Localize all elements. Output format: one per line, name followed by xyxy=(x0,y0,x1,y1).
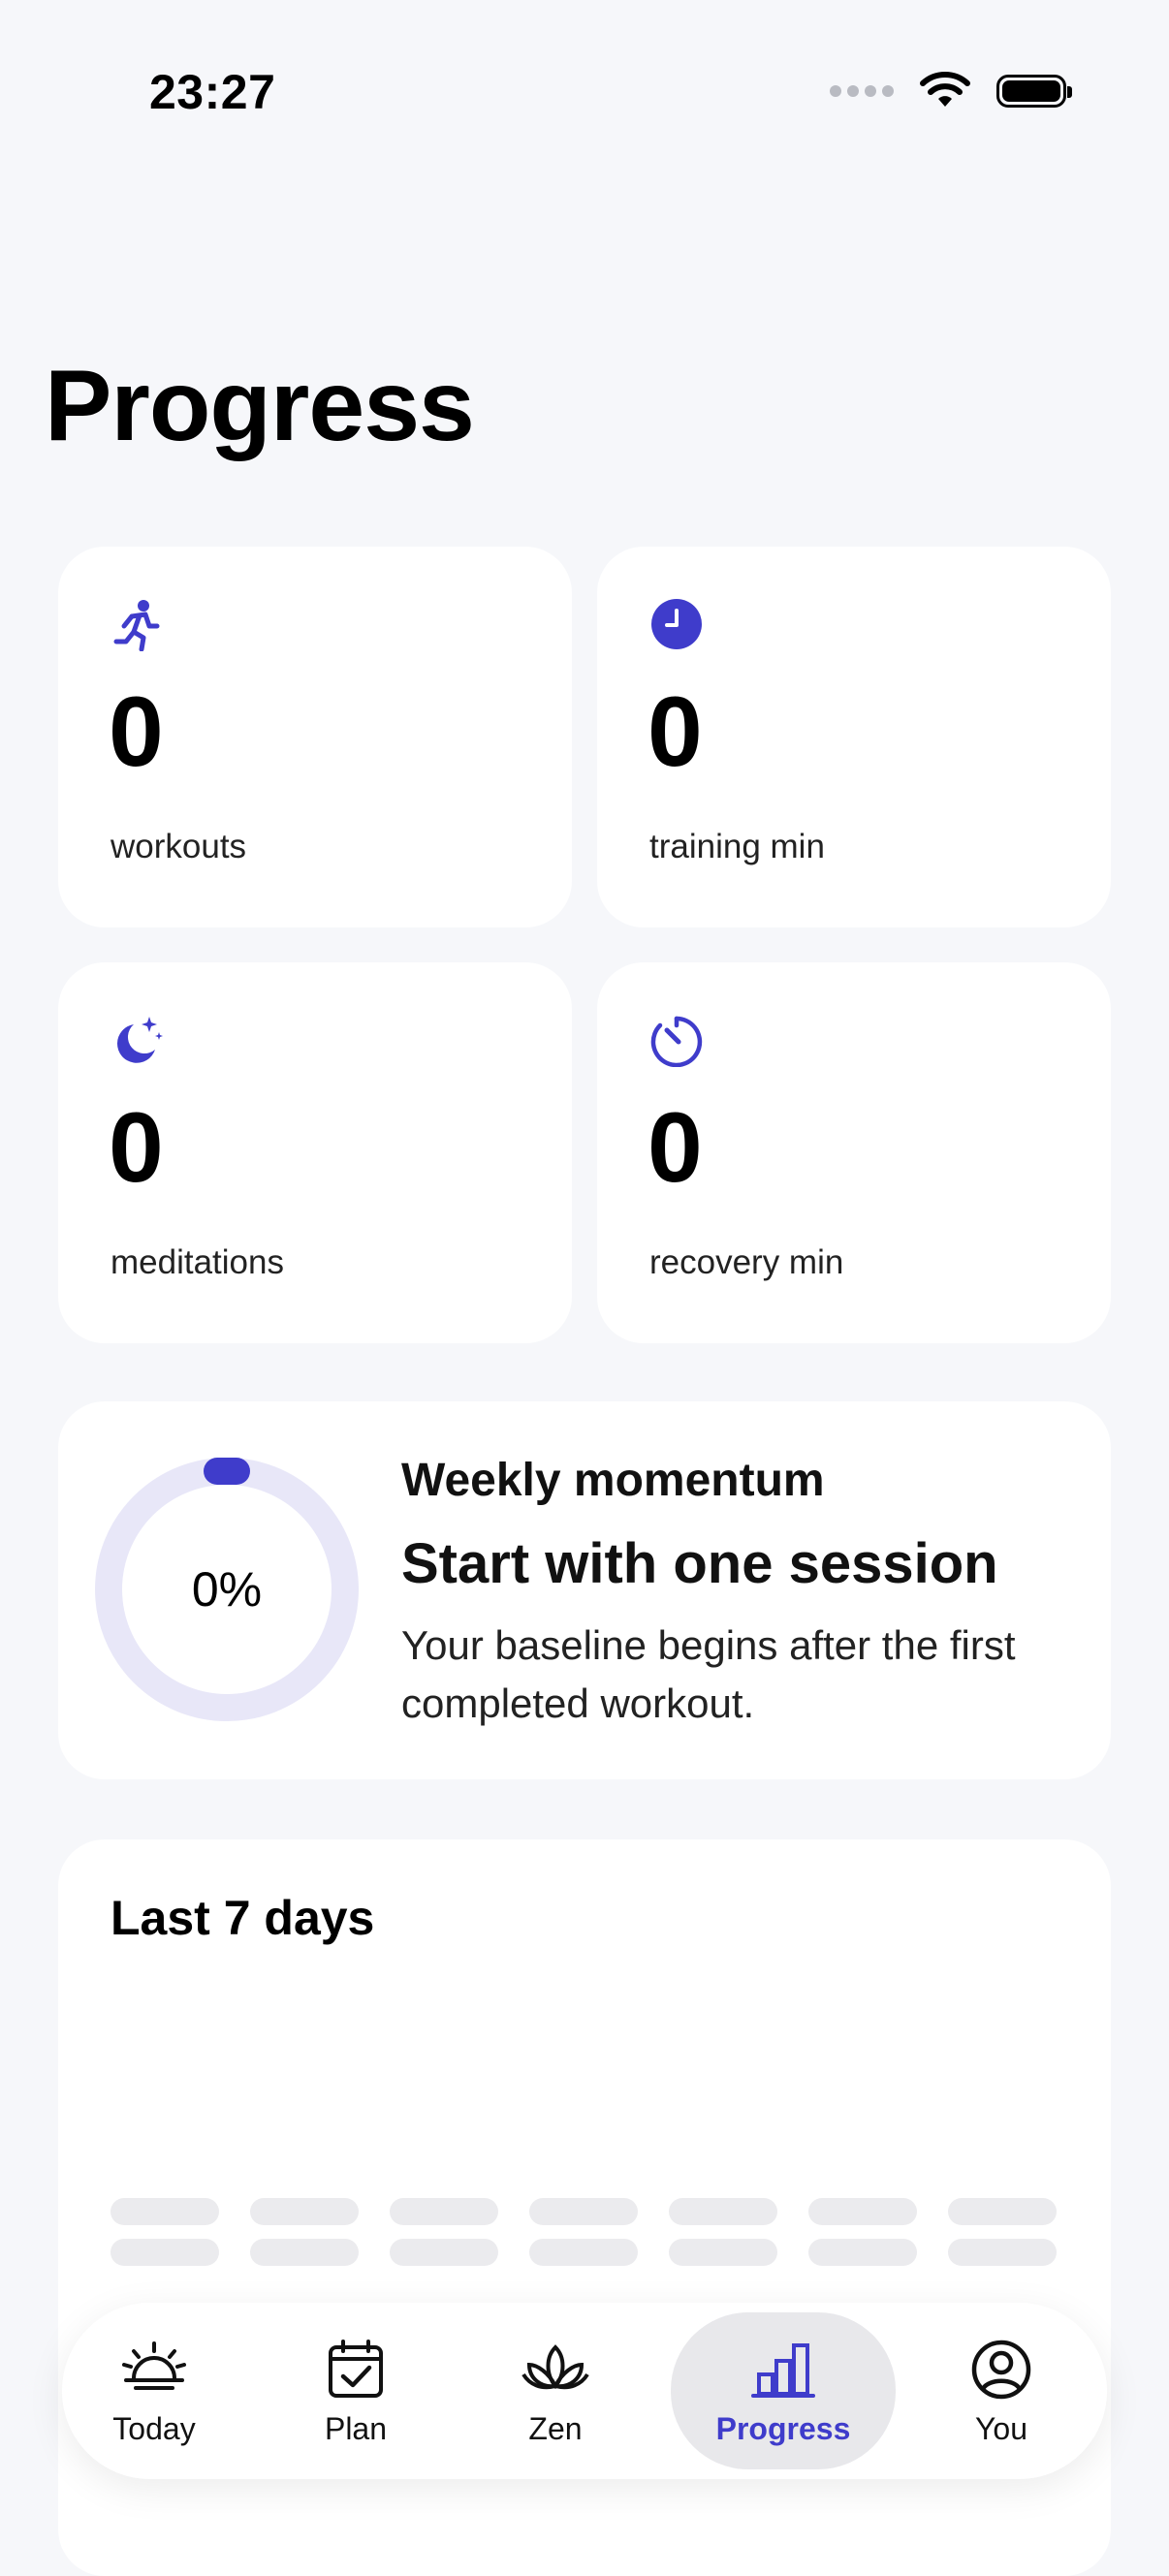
day-placeholder xyxy=(390,2198,498,2279)
workouts-value: 0 xyxy=(109,676,164,787)
moon-stars-icon xyxy=(116,1017,163,1063)
status-indicators xyxy=(830,72,1072,110)
bar-chart-icon xyxy=(751,2342,815,2398)
person-circle-icon xyxy=(971,2340,1031,2399)
stat-card-training-min: 0 training min xyxy=(597,547,1111,927)
tab-label: Progress xyxy=(715,2410,851,2446)
day-placeholder xyxy=(808,2198,917,2279)
day-placeholder xyxy=(250,2198,359,2279)
tab-label: Zen xyxy=(528,2410,583,2446)
battery-icon xyxy=(996,75,1072,108)
cellular-signal-icon xyxy=(830,85,894,97)
tab-you[interactable]: You xyxy=(901,2312,1101,2469)
wifi-icon xyxy=(920,72,970,107)
tab-bar: Today Plan Zen Progress You xyxy=(62,2303,1107,2479)
tab-progress[interactable]: Progress xyxy=(671,2312,896,2469)
momentum-title: Start with one session xyxy=(401,1532,998,1595)
calendar-check-icon xyxy=(329,2339,383,2398)
running-person-icon xyxy=(113,600,160,651)
workouts-label: workouts xyxy=(111,828,247,865)
sunrise-icon xyxy=(122,2340,186,2390)
meditations-label: meditations xyxy=(111,1243,284,1281)
tab-plan[interactable]: Plan xyxy=(256,2312,456,2469)
tab-today[interactable]: Today xyxy=(54,2312,254,2469)
tab-label: You xyxy=(975,2410,1027,2446)
training-min-label: training min xyxy=(649,828,825,865)
day-placeholder xyxy=(111,2198,219,2279)
recovery-min-label: recovery min xyxy=(649,1243,844,1281)
tab-label: Today xyxy=(112,2410,196,2446)
stat-card-recovery-min: 0 recovery min xyxy=(597,962,1111,1343)
training-min-value: 0 xyxy=(648,676,703,787)
meditations-value: 0 xyxy=(109,1092,164,1203)
weekly-momentum-card: 0% Weekly momentum Start with one sessio… xyxy=(58,1401,1111,1779)
momentum-description: Your baseline begins after the first com… xyxy=(401,1622,1016,1726)
stat-card-meditations: 0 meditations xyxy=(58,962,572,1343)
recovery-min-value: 0 xyxy=(648,1092,703,1203)
status-time: 23:27 xyxy=(149,65,276,119)
page-title: Progress xyxy=(45,350,475,462)
timer-icon xyxy=(650,1016,703,1067)
tab-zen[interactable]: Zen xyxy=(456,2312,655,2469)
day-placeholder xyxy=(529,2198,638,2279)
momentum-heading: Weekly momentum xyxy=(401,1455,825,1506)
last-7-days-title: Last 7 days xyxy=(111,1891,375,1945)
clock-icon xyxy=(651,599,702,649)
day-placeholder xyxy=(669,2198,777,2279)
day-placeholder xyxy=(948,2198,1057,2279)
lotus-icon xyxy=(521,2343,589,2389)
tab-label: Plan xyxy=(324,2410,388,2446)
momentum-percent: 0% xyxy=(191,1562,263,1617)
stat-card-workouts: 0 workouts xyxy=(58,547,572,927)
